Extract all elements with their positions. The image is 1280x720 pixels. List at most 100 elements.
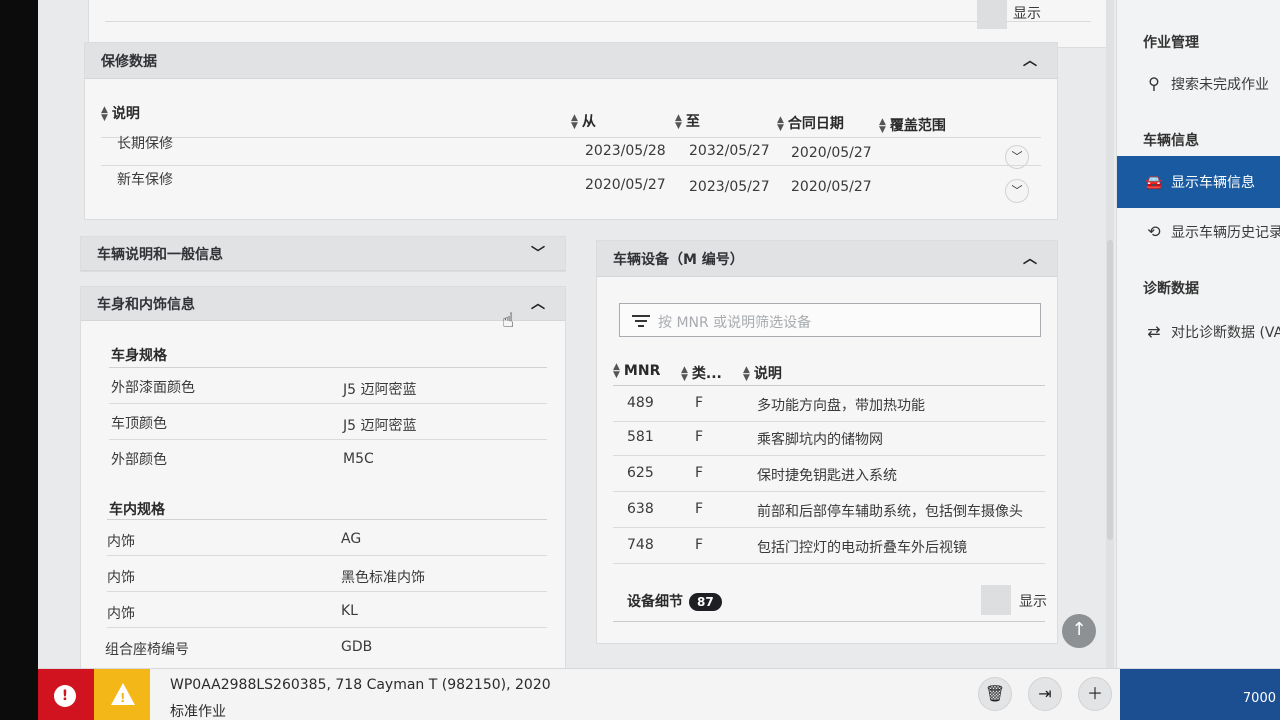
row-divider — [109, 439, 547, 440]
row-divider — [109, 403, 547, 404]
sort-icon: ▲ ▼ — [675, 113, 682, 131]
col-desc[interactable]: ▲ ▼ 说明 — [743, 363, 782, 383]
scrollbar-thumb[interactable] — [1107, 240, 1113, 540]
col-contract-date[interactable]: ▲ ▼ 合同日期 — [777, 113, 844, 133]
row-divider — [107, 627, 547, 628]
spec-label: 内饰 — [107, 534, 135, 550]
sort-icon: ▲ ▼ — [613, 362, 620, 380]
warranty-panel: 保修数据 ︿ ▲ ▼ 说明 ▲ ▼ 从 ▲ ▼ 至 ▲ ▼ 合同日期 ▲ ▼ 覆盖范围 长期保修 2… — [84, 42, 1058, 220]
header-divider — [101, 137, 1041, 138]
divider — [109, 367, 547, 368]
warranty-row-from: 2020/05/27 — [585, 177, 666, 193]
spec-label: 外部颜色 — [111, 452, 167, 468]
body-interior-title: 车身和内饰信息 — [97, 296, 195, 313]
spec-value: J5 迈阿密蓝 — [343, 418, 417, 434]
chevron-up-icon[interactable]: ︿ — [1021, 250, 1039, 268]
spec-value: AG — [341, 531, 362, 547]
sidebar-item-compare-diag[interactable]: ⇄ 对比诊断数据 (VA — [1143, 322, 1280, 342]
vehicle-general-header[interactable]: 车辆说明和一般信息 ﹀ — [81, 237, 565, 271]
equip-desc: 包括门控灯的电动折叠车外后视镜 — [757, 540, 967, 556]
col-type[interactable]: ▲ ▼ 类... — [681, 363, 722, 383]
row-divider — [613, 455, 1045, 456]
error-alert-button[interactable]: ! — [38, 669, 94, 720]
divider — [107, 519, 547, 520]
warranty-row-desc: 长期保修 — [117, 136, 173, 152]
main-content: 显示 保修数据 ︿ ▲ ▼ 说明 ▲ ▼ 从 ▲ ▼ 至 ▲ ▼ 合同日期 ▲ ▼ 覆盖范围 长期保… — [38, 0, 1110, 670]
sidebar-item-search-jobs[interactable]: ⚲ 搜索未完成作业 — [1143, 74, 1269, 94]
indent-button[interactable]: ⇥ — [1028, 677, 1062, 711]
equipment-header[interactable]: 车辆设备（M 编号） ︿ — [597, 241, 1057, 277]
search-icon: ⚲ — [1148, 74, 1160, 93]
show-toggle[interactable] — [981, 585, 1011, 615]
equip-type: F — [695, 429, 704, 445]
vehicle-general-panel[interactable]: 车辆说明和一般信息 ﹀ — [80, 236, 566, 272]
equipment-panel: 车辆设备（M 编号） ︿ 按 MNR 或说明筛选设备 ▲ ▼ MNR ▲ ▼ 类... … — [596, 240, 1058, 644]
delete-button[interactable]: 🗑 — [978, 677, 1012, 711]
row-divider — [613, 563, 1045, 564]
equip-desc: 乘客脚坑内的储物网 — [757, 432, 883, 448]
col-coverage[interactable]: ▲ ▼ 覆盖范围 — [879, 115, 946, 135]
spec-label: 内饰 — [107, 570, 135, 586]
chevron-down-icon[interactable]: ﹀ — [1005, 179, 1029, 203]
right-sidebar: 作业管理 ⚲ 搜索未完成作业 车辆信息 🚘 显示车辆信息 ⟲ 显示车辆历史记录 诊断数… — [1116, 0, 1280, 668]
divider — [105, 21, 1091, 22]
body-interior-panel: 车身和内饰信息 ︿ 车身规格 外部漆面颜色 J5 迈阿密蓝 车顶颜色 J5 迈阿… — [80, 286, 566, 670]
sidebar-heading-job-mgmt: 作业管理 — [1143, 35, 1199, 51]
body-spec-heading: 车身规格 — [111, 348, 167, 364]
car-icon: 🚘 — [1145, 175, 1163, 191]
chevron-up-icon[interactable]: ︿ — [1021, 52, 1039, 70]
col-from[interactable]: ▲ ▼ 从 — [571, 111, 596, 131]
warranty-row-to: 2032/05/27 — [689, 143, 770, 159]
hand-cursor-icon: ☝ — [502, 308, 515, 332]
header-divider — [613, 385, 1045, 386]
scroll-to-top-button[interactable]: ↑ — [1062, 614, 1096, 648]
car-history-icon: ⟲ — [1147, 222, 1161, 241]
warning-alert-button[interactable]: ! — [94, 669, 150, 720]
top-cut-panel: 显示 — [88, 0, 1108, 48]
vehicle-identification: WP0AA2988LS260385, 718 Cayman T (982150)… — [170, 677, 551, 693]
col-to[interactable]: ▲ ▼ 至 — [675, 111, 700, 131]
equip-desc: 多功能方向盘，带加热功能 — [757, 398, 925, 414]
filter-placeholder: 按 MNR 或说明筛选设备 — [658, 315, 812, 331]
equip-type: F — [695, 395, 704, 411]
spec-value: 黑色标准内饰 — [341, 570, 425, 586]
equipment-filter-input[interactable]: 按 MNR 或说明筛选设备 — [619, 303, 1041, 337]
spec-label: 组合座椅编号 — [105, 642, 189, 658]
sort-icon: ▲ ▼ — [879, 117, 886, 135]
divider — [613, 621, 1045, 622]
show-label: 显示 — [1013, 6, 1041, 22]
sidebar-item-vehicle-history[interactable]: ⟲ 显示车辆历史记录 — [1143, 222, 1280, 242]
sort-icon: ▲ ▼ — [101, 105, 108, 123]
show-toggle[interactable] — [977, 0, 1007, 29]
warranty-row-to: 2023/05/27 — [689, 179, 770, 195]
count-badge: 87 — [689, 593, 722, 611]
equip-type: F — [695, 465, 704, 481]
chevron-up-icon[interactable]: ︿ — [529, 295, 547, 313]
compare-arrows-icon: ⇄ — [1147, 322, 1161, 341]
trash-icon: 🗑 — [984, 684, 1006, 703]
show-label: 显示 — [1019, 594, 1047, 610]
equip-mnr: 748 — [627, 537, 654, 553]
scrollbar[interactable] — [1106, 0, 1114, 668]
chevron-down-icon[interactable]: ﹀ — [529, 245, 547, 263]
spec-value: GDB — [341, 639, 373, 655]
equip-mnr: 625 — [627, 465, 654, 481]
equip-type: F — [695, 537, 704, 553]
status-panel: 7000 — [1120, 669, 1280, 720]
equip-desc: 保时捷免钥匙进入系统 — [757, 468, 897, 484]
bottom-bar: ! ! WP0AA2988LS260385, 718 Cayman T (982… — [38, 668, 1280, 720]
row-divider — [613, 491, 1045, 492]
add-button[interactable]: ＋ — [1078, 677, 1112, 711]
sort-icon: ▲ ▼ — [743, 365, 750, 383]
col-description[interactable]: ▲ ▼ 说明 — [101, 103, 140, 123]
body-interior-header[interactable]: 车身和内饰信息 ︿ — [81, 287, 565, 321]
col-mnr[interactable]: ▲ ▼ MNR — [613, 362, 660, 380]
warranty-row-from: 2023/05/28 — [585, 143, 666, 159]
spec-label: 外部漆面颜色 — [111, 380, 195, 396]
equipment-details-label: 设备细节 — [627, 594, 683, 610]
equipment-details[interactable]: 设备细节 87 — [627, 591, 722, 611]
filter-icon — [632, 313, 650, 329]
equip-mnr: 489 — [627, 395, 654, 411]
warranty-header[interactable]: 保修数据 ︿ — [85, 43, 1057, 79]
sidebar-item-show-vehicle-info[interactable]: 🚘 显示车辆信息 — [1117, 156, 1280, 208]
